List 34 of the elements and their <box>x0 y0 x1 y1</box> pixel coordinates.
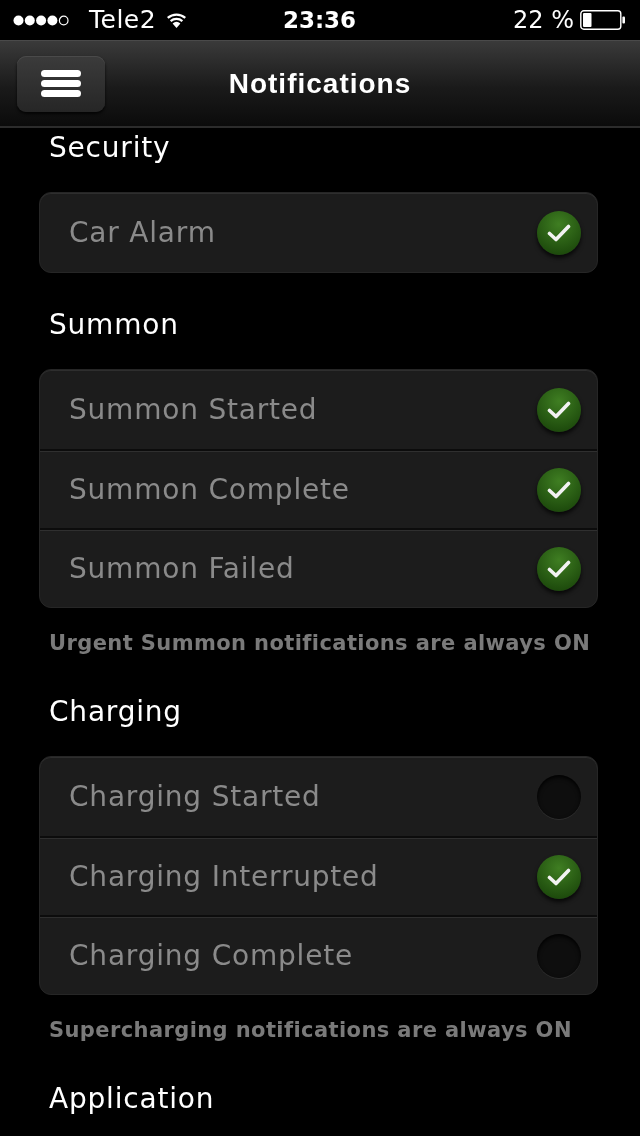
battery-icon <box>580 10 626 30</box>
footnote-text: Supercharging notifications are always ON <box>48 1017 572 1044</box>
checkbox[interactable] <box>537 933 581 978</box>
section-heading: Application <box>48 1081 215 1117</box>
footnote-text: Urgent Summon notifications are always ON <box>48 630 591 657</box>
notification-label: Charging Started <box>69 778 321 815</box>
menu-icon <box>41 69 81 98</box>
screen-title: Notifications <box>227 67 413 100</box>
checkbox[interactable] <box>537 387 581 432</box>
checkmark-icon <box>547 223 571 242</box>
checkbox[interactable] <box>537 774 581 819</box>
notification-label: Charging Complete <box>69 937 353 974</box>
notification-label: Summon Complete <box>69 471 350 508</box>
checkmark-icon <box>547 400 571 419</box>
notification-label: Summon Failed <box>69 550 295 587</box>
section-heading: Security <box>48 130 171 166</box>
checkmark-icon <box>547 559 571 578</box>
checkbox[interactable] <box>537 854 581 899</box>
carrier-name: Tele2 <box>89 6 157 34</box>
checkmark-icon <box>547 480 571 499</box>
wifi-icon <box>166 12 188 28</box>
notification-label: Car Alarm <box>69 214 216 251</box>
checkbox[interactable] <box>537 467 581 512</box>
notification-label: Summon Started <box>69 391 318 428</box>
checkmark-icon <box>547 867 571 886</box>
notification-label: Charging Interrupted <box>69 858 379 895</box>
menu-button[interactable] <box>17 55 105 112</box>
section-heading: Charging <box>48 694 182 730</box>
signal-strength-icon <box>13 14 69 26</box>
section-heading: Summon <box>48 307 179 343</box>
clock-time: 23:36 <box>282 6 357 34</box>
checkbox[interactable] <box>537 210 581 255</box>
checkbox[interactable] <box>537 546 581 591</box>
battery-percent: 22 % <box>513 6 574 34</box>
